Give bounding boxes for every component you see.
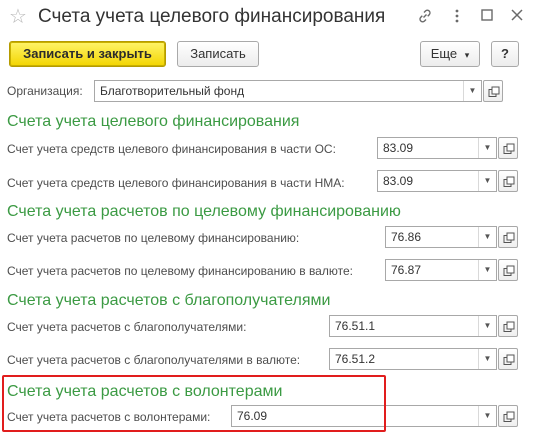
more-menu-button[interactable]: Еще ▾	[420, 41, 480, 67]
open-account-volunteers-button[interactable]	[498, 405, 518, 427]
open-account-financing-currency-button[interactable]	[498, 259, 518, 281]
account-value-financing-currency: 76.87	[391, 263, 422, 277]
dropdown-icon[interactable]: ▼	[478, 138, 496, 158]
more-icon[interactable]	[448, 8, 466, 26]
open-icon	[503, 143, 515, 154]
save-button[interactable]: Записать	[177, 41, 259, 67]
account-field-financing[interactable]: 76.86 ▼	[385, 226, 497, 248]
account-field-nma[interactable]: 83.09 ▼	[377, 170, 497, 192]
command-bar: Записать и закрыть Записать Еще ▾ ?	[0, 40, 536, 70]
open-icon	[503, 176, 515, 187]
open-icon	[503, 265, 515, 276]
account-value-nma: 83.09	[383, 174, 414, 188]
save-and-close-button[interactable]: Записать и закрыть	[9, 41, 166, 67]
open-icon	[503, 354, 515, 365]
dropdown-icon[interactable]: ▼	[478, 260, 496, 280]
open-icon	[503, 411, 515, 422]
highlight-box	[2, 375, 386, 432]
account-value-financing: 76.86	[391, 230, 422, 244]
account-value-os: 83.09	[383, 141, 414, 155]
account-field-os[interactable]: 83.09 ▼	[377, 137, 497, 159]
row-label-financing-currency: Счет учета расчетов по целевому финансир…	[7, 264, 353, 278]
organization-field[interactable]: Благотворительный фонд ▼	[94, 80, 482, 102]
dropdown-icon[interactable]: ▼	[478, 227, 496, 247]
account-field-financing-currency[interactable]: 76.87 ▼	[385, 259, 497, 281]
open-account-os-button[interactable]	[498, 137, 518, 159]
dropdown-icon[interactable]: ▼	[463, 81, 481, 101]
more-menu-label: Еще	[430, 46, 458, 61]
link-icon[interactable]	[416, 8, 434, 26]
open-account-beneficiaries-currency-button[interactable]	[498, 348, 518, 370]
title-bar: ☆ Счета учета целевого финансирования	[0, 0, 536, 38]
open-icon	[503, 321, 515, 332]
organization-value: Благотворительный фонд	[100, 84, 245, 98]
row-label-beneficiaries: Счет учета расчетов с благополучателями:	[7, 320, 247, 334]
dropdown-icon[interactable]: ▼	[478, 406, 496, 426]
star-icon[interactable]: ☆	[9, 7, 27, 27]
dropdown-icon[interactable]: ▼	[478, 316, 496, 336]
account-value-beneficiaries-currency: 76.51.2	[335, 352, 376, 366]
section-title-beneficiaries: Счета учета расчетов с благополучателями	[7, 292, 331, 309]
close-icon[interactable]	[508, 8, 526, 26]
maximize-icon[interactable]	[478, 8, 496, 26]
dropdown-icon[interactable]: ▼	[478, 349, 496, 369]
dropdown-icon[interactable]: ▼	[478, 171, 496, 191]
window-title: Счета учета целевого финансирования	[38, 6, 386, 27]
row-label-financing: Счет учета расчетов по целевому финансир…	[7, 231, 300, 245]
row-label-nma: Счет учета средств целевого финансирован…	[7, 176, 345, 190]
account-field-beneficiaries[interactable]: 76.51.1 ▼	[329, 315, 497, 337]
open-icon	[503, 232, 515, 243]
organization-label: Организация:	[7, 84, 83, 98]
help-button[interactable]: ?	[491, 41, 519, 67]
open-account-financing-button[interactable]	[498, 226, 518, 248]
account-field-beneficiaries-currency[interactable]: 76.51.2 ▼	[329, 348, 497, 370]
section-title-target-financing: Счета учета целевого финансирования	[7, 113, 300, 130]
open-account-beneficiaries-button[interactable]	[498, 315, 518, 337]
section-title-financing-settlements: Счета учета расчетов по целевому финанси…	[7, 203, 401, 220]
open-account-nma-button[interactable]	[498, 170, 518, 192]
row-label-beneficiaries-currency: Счет учета расчетов с благополучателями …	[7, 353, 301, 367]
account-value-beneficiaries: 76.51.1	[335, 319, 376, 333]
open-organization-button[interactable]	[483, 80, 503, 102]
open-icon	[488, 86, 500, 97]
row-label-os: Счет учета средств целевого финансирован…	[7, 142, 336, 156]
chevron-down-icon: ▾	[464, 50, 470, 60]
